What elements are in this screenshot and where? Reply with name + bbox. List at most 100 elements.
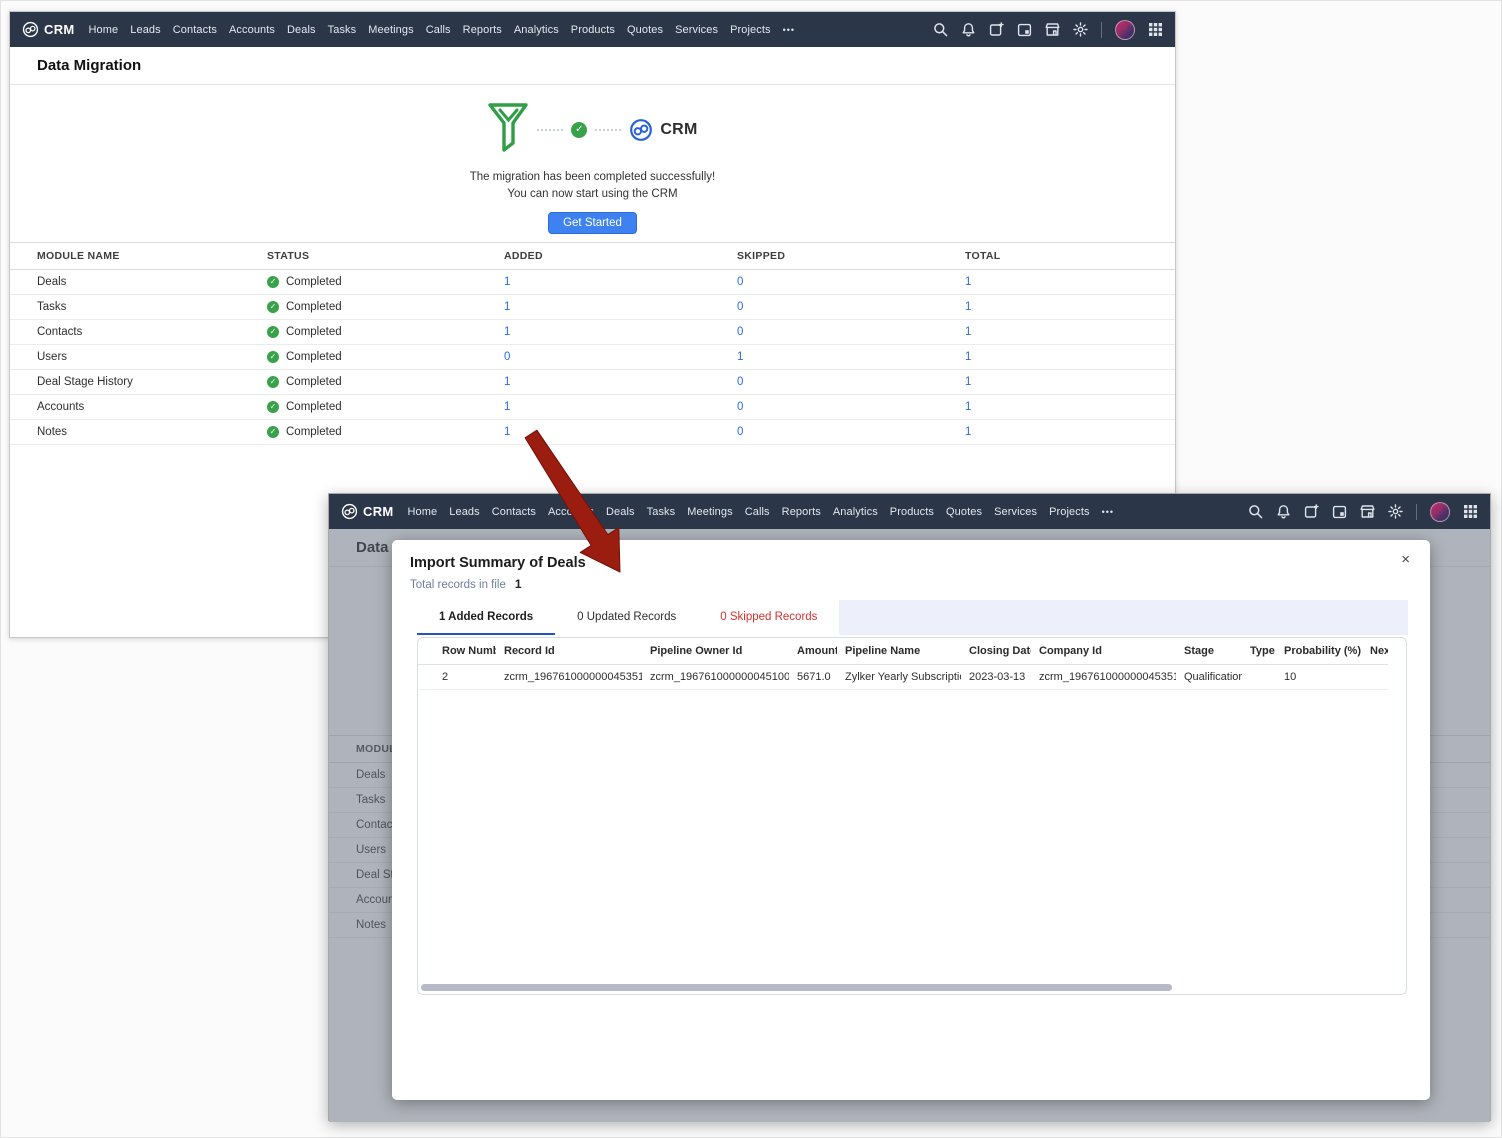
crm-wordmark: CRM xyxy=(660,121,697,139)
added-count-link[interactable]: 0 xyxy=(504,345,737,370)
skipped-count-link[interactable]: 0 xyxy=(737,270,965,295)
status-cell-wrap: ✓Completed xyxy=(267,345,504,370)
user-avatar[interactable] xyxy=(1115,20,1135,40)
nav-item-projects[interactable]: Projects xyxy=(1049,506,1090,518)
skipped-count-link[interactable]: 1 xyxy=(737,345,965,370)
calendar-icon[interactable] xyxy=(1332,504,1347,519)
nav-item-quotes[interactable]: Quotes xyxy=(946,506,982,518)
total-count-link[interactable]: 1 xyxy=(965,420,1175,445)
migration-row: Notes✓Completed101 xyxy=(10,420,1175,445)
calendar-icon[interactable] xyxy=(1017,22,1032,37)
nav-item-home[interactable]: Home xyxy=(408,506,438,518)
added-count-link[interactable]: 1 xyxy=(504,420,737,445)
nav-item-services[interactable]: Services xyxy=(994,506,1037,518)
total-count-link[interactable]: 1 xyxy=(965,395,1175,420)
added-count-link[interactable]: 1 xyxy=(504,395,737,420)
compose-note-icon[interactable] xyxy=(989,22,1004,37)
tab-0-updated-records[interactable]: 0 Updated Records xyxy=(555,600,698,635)
nav-item-deals[interactable]: Deals xyxy=(606,506,635,518)
nav-item-accounts[interactable]: Accounts xyxy=(229,24,275,36)
nav-item-accounts[interactable]: Accounts xyxy=(548,506,594,518)
added-count-link[interactable]: 1 xyxy=(504,320,737,345)
nav-item-contacts[interactable]: Contacts xyxy=(173,24,217,36)
column-header: SKIPPED xyxy=(737,243,965,270)
total-count-link[interactable]: 1 xyxy=(965,345,1175,370)
nav-item-tasks[interactable]: Tasks xyxy=(647,506,676,518)
nav-item-projects[interactable]: Projects xyxy=(730,24,771,36)
marketplace-store-icon[interactable] xyxy=(1045,22,1060,37)
crm-logo[interactable]: CRM xyxy=(341,503,394,520)
record-cell: Zylker Yearly Subscription xyxy=(837,665,961,690)
migration-row: Users✓Completed011 xyxy=(10,345,1175,370)
total-count-link[interactable]: 1 xyxy=(965,295,1175,320)
nav-item-deals[interactable]: Deals xyxy=(287,24,316,36)
status-label: Completed xyxy=(286,301,342,313)
nav-item-reports[interactable]: Reports xyxy=(463,24,502,36)
crm-logo[interactable]: CRM xyxy=(22,21,75,38)
record-tabs: 1 Added Records0 Updated Records0 Skippe… xyxy=(392,600,1430,635)
record-cell: 2023-03-13 xyxy=(961,665,1031,690)
skipped-count-link[interactable]: 0 xyxy=(737,420,965,445)
migration-message: The migration has been completed success… xyxy=(10,169,1175,202)
total-count-link[interactable]: 1 xyxy=(965,320,1175,345)
nav-item-meetings[interactable]: Meetings xyxy=(368,24,413,36)
column-header: Row Number xyxy=(418,638,496,665)
added-count-link[interactable]: 1 xyxy=(504,370,737,395)
screenshot-root: { "nav": { "brand": "CRM", "items": ["Ho… xyxy=(0,0,1502,1138)
nav-item-home[interactable]: Home xyxy=(89,24,119,36)
nav-item-meetings[interactable]: Meetings xyxy=(687,506,732,518)
app-grid-icon[interactable] xyxy=(1463,504,1478,519)
skipped-count-link[interactable]: 0 xyxy=(737,395,965,420)
nav-item-analytics[interactable]: Analytics xyxy=(833,506,878,518)
skipped-count-link[interactable]: 0 xyxy=(737,370,965,395)
settings-gear-icon[interactable] xyxy=(1388,504,1403,519)
skipped-count-link[interactable]: 0 xyxy=(737,295,965,320)
get-started-button[interactable]: Get Started xyxy=(548,212,637,234)
top-nav: CRM Home Leads Contacts Accounts Deals Tasks M… xyxy=(329,494,1490,529)
marketplace-store-icon[interactable] xyxy=(1360,504,1375,519)
tab-0-skipped-records[interactable]: 0 Skipped Records xyxy=(698,600,839,635)
target-crm-logo: CRM xyxy=(629,118,697,142)
close-icon[interactable]: × xyxy=(1401,552,1410,567)
column-header: Amount xyxy=(789,638,837,665)
nav-item-calls[interactable]: Calls xyxy=(745,506,770,518)
user-avatar[interactable] xyxy=(1430,502,1450,522)
total-count-link[interactable]: 1 xyxy=(965,270,1175,295)
notifications-bell-icon[interactable] xyxy=(961,22,976,37)
records-table-container: Row NumberRecord IdPipeline Owner IdAmou… xyxy=(417,637,1407,995)
nav-item-products[interactable]: Products xyxy=(571,24,615,36)
nav-item-calls[interactable]: Calls xyxy=(426,24,451,36)
nav-divider xyxy=(1416,504,1417,520)
notifications-bell-icon[interactable] xyxy=(1276,504,1291,519)
added-count-link[interactable]: 1 xyxy=(504,295,737,320)
search-icon[interactable] xyxy=(1248,504,1263,519)
success-check-icon: ✓ xyxy=(571,122,587,138)
migration-row: Deal Stage History✓Completed101 xyxy=(10,370,1175,395)
nav-item-services[interactable]: Services xyxy=(675,24,718,36)
brand-label: CRM xyxy=(44,22,75,37)
app-grid-icon[interactable] xyxy=(1148,22,1163,37)
nav-item-leads[interactable]: Leads xyxy=(130,24,160,36)
total-count-link[interactable]: 1 xyxy=(965,370,1175,395)
record-cell xyxy=(1362,665,1388,690)
nav-item-tasks[interactable]: Tasks xyxy=(328,24,357,36)
tab-1-added-records[interactable]: 1 Added Records xyxy=(417,600,555,635)
nav-item-contacts[interactable]: Contacts xyxy=(492,506,536,518)
nav-item-reports[interactable]: Reports xyxy=(782,506,821,518)
nav-item-products[interactable]: Products xyxy=(890,506,934,518)
module-name-cell: Tasks xyxy=(10,295,267,320)
settings-gear-icon[interactable] xyxy=(1073,22,1088,37)
added-count-link[interactable]: 1 xyxy=(504,270,737,295)
nav-more-button[interactable]: ••• xyxy=(783,25,795,35)
compose-note-icon[interactable] xyxy=(1304,504,1319,519)
search-icon[interactable] xyxy=(933,22,948,37)
total-records-value: 1 xyxy=(515,577,522,591)
dotted-connector xyxy=(537,129,563,131)
nav-item-analytics[interactable]: Analytics xyxy=(514,24,559,36)
nav-item-quotes[interactable]: Quotes xyxy=(627,24,663,36)
horizontal-scrollbar[interactable] xyxy=(421,984,1172,991)
skipped-count-link[interactable]: 0 xyxy=(737,320,965,345)
nav-item-leads[interactable]: Leads xyxy=(449,506,479,518)
nav-more-button[interactable]: ••• xyxy=(1102,507,1114,517)
record-cell: 5671.0 xyxy=(789,665,837,690)
